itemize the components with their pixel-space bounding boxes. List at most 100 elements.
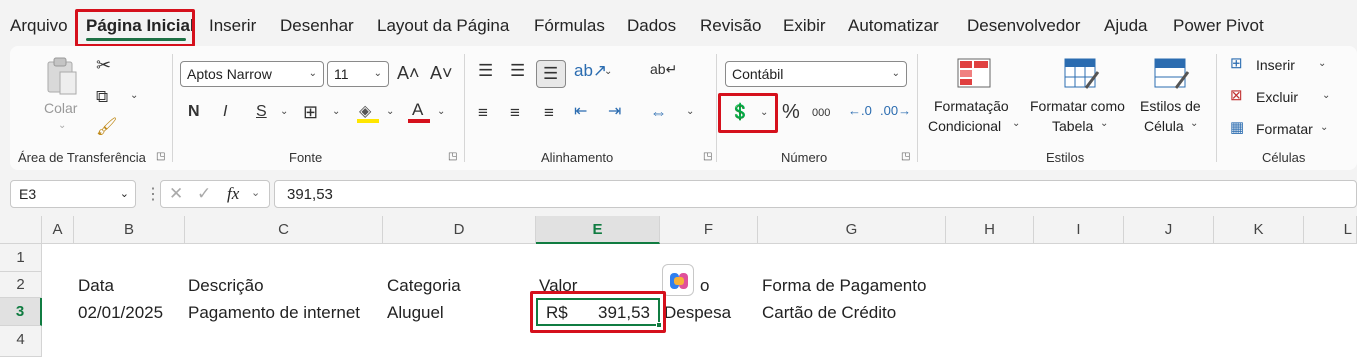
more-options-icon[interactable]: ⋮ — [145, 184, 161, 204]
column-header-e[interactable]: E — [536, 216, 660, 244]
tab-power-pivot[interactable]: Power Pivot — [1173, 16, 1264, 36]
tab-revisao[interactable]: Revisão — [700, 16, 761, 36]
insert-cells-icon[interactable]: ⊞ — [1230, 56, 1243, 71]
format-cells-button[interactable]: Formatar — [1256, 121, 1313, 137]
italic-button[interactable]: I — [223, 104, 227, 120]
tab-desenhar[interactable]: Desenhar — [280, 16, 354, 36]
align-right-icon[interactable]: ≡ — [544, 104, 554, 121]
format-chevron-icon[interactable]: ⌄ — [1320, 122, 1328, 133]
name-box[interactable]: E3 ⌄ — [10, 180, 136, 208]
alignment-launcher-icon[interactable]: ◳ — [703, 151, 712, 162]
tab-arquivo[interactable]: Arquivo — [10, 16, 68, 36]
insert-function-button[interactable]: fx — [227, 184, 239, 204]
cut-icon[interactable]: ✂ — [96, 56, 111, 74]
font-color-chevron-icon[interactable]: ⌄ — [437, 106, 445, 117]
thousands-button[interactable]: 000 — [812, 108, 830, 119]
format-cells-icon[interactable]: ▦ — [1230, 120, 1244, 135]
align-center-icon[interactable]: ≡ — [510, 104, 520, 121]
cell-c2[interactable]: Descrição — [188, 276, 264, 296]
column-header-b[interactable]: B — [74, 216, 185, 244]
enter-icon[interactable]: ✓ — [197, 184, 211, 204]
row-header-4[interactable]: 4 — [0, 326, 42, 357]
cell-b2[interactable]: Data — [78, 276, 114, 296]
cell-b3[interactable]: 02/01/2025 — [78, 303, 163, 323]
tab-inserir[interactable]: Inserir — [209, 16, 256, 36]
merge-center-icon[interactable]: ⇔ — [650, 104, 667, 121]
insert-cells-button[interactable]: Inserir — [1256, 57, 1295, 73]
increase-indent-icon[interactable]: ⇥ — [608, 104, 621, 120]
cell-d2[interactable]: Categoria — [387, 276, 461, 296]
increase-font-icon[interactable]: A˄ — [397, 64, 420, 82]
cell-c3[interactable]: Pagamento de internet — [188, 303, 360, 323]
percent-button[interactable]: % — [782, 102, 800, 122]
font-size-combo[interactable]: 11 ⌄ — [327, 61, 389, 87]
merge-chevron-icon[interactable]: ⌄ — [686, 106, 694, 117]
orientation-icon[interactable]: ab↗ — [574, 62, 607, 79]
copy-icon[interactable]: ⧉ — [96, 88, 108, 105]
insert-chevron-icon[interactable]: ⌄ — [1318, 58, 1326, 69]
tab-formulas[interactable]: Fórmulas — [534, 16, 605, 36]
tab-desenvolvedor[interactable]: Desenvolvedor — [967, 16, 1080, 36]
copilot-button[interactable] — [662, 264, 694, 296]
column-header-f[interactable]: F — [660, 216, 758, 244]
column-header-h[interactable]: H — [946, 216, 1034, 244]
column-header-d[interactable]: D — [383, 216, 536, 244]
column-header-k[interactable]: K — [1214, 216, 1304, 244]
tab-layout-da-pagina[interactable]: Layout da Página — [377, 16, 509, 36]
row-header-3[interactable]: 3 — [0, 298, 42, 326]
row-header-2[interactable]: 2 — [0, 272, 42, 298]
number-format-combo[interactable]: Contábil ⌄ — [725, 61, 907, 87]
delete-cells-icon[interactable]: ⊠ — [1230, 88, 1243, 103]
column-header-a[interactable]: A — [42, 216, 74, 244]
borders-icon[interactable]: ⊞ — [303, 103, 318, 121]
cell-d3[interactable]: Aluguel — [387, 303, 444, 323]
formula-input[interactable]: 391,53 — [274, 180, 1357, 208]
delete-chevron-icon[interactable]: ⌄ — [1322, 90, 1330, 101]
tab-dados[interactable]: Dados — [627, 16, 676, 36]
orientation-chevron-icon[interactable]: ⌄ — [604, 66, 612, 77]
conditional-formatting-button[interactable]: Formatação Condicional ⌄ — [926, 56, 1022, 138]
increase-decimal-icon[interactable]: ←.0 — [848, 104, 872, 117]
font-launcher-icon[interactable]: ◳ — [448, 151, 457, 162]
cancel-icon[interactable]: ✕ — [169, 184, 183, 204]
tab-automatizar[interactable]: Automatizar — [848, 16, 939, 36]
clipboard-launcher-icon[interactable]: ◳ — [156, 151, 165, 162]
number-launcher-icon[interactable]: ◳ — [901, 151, 910, 162]
cell-f2[interactable]: o — [700, 276, 709, 296]
align-middle-icon[interactable]: ☰ — [510, 62, 525, 79]
tab-exibir[interactable]: Exibir — [783, 16, 826, 36]
column-header-j[interactable]: J — [1124, 216, 1214, 244]
fill-color-chevron-icon[interactable]: ⌄ — [386, 106, 394, 117]
cell-g2[interactable]: Forma de Pagamento — [762, 276, 926, 296]
fill-color-icon[interactable]: ◈ — [357, 101, 379, 125]
underline-button[interactable]: S — [256, 104, 267, 120]
format-as-table-button[interactable]: Formatar como Tabela ⌄ — [1028, 56, 1134, 138]
underline-chevron-icon[interactable]: ⌄ — [280, 106, 288, 117]
row-header-1[interactable]: 1 — [0, 244, 42, 272]
copy-chevron-icon[interactable]: ⌄ — [130, 90, 138, 101]
format-painter-icon[interactable]: 🖌 — [96, 118, 118, 135]
column-header-g[interactable]: G — [758, 216, 946, 244]
align-left-icon[interactable]: ≡ — [478, 104, 488, 121]
decrease-indent-icon[interactable]: ⇤ — [574, 104, 587, 120]
bold-button[interactable]: N — [188, 104, 200, 120]
chevron-down-icon[interactable]: ⌄ — [251, 186, 260, 199]
font-color-icon[interactable]: A — [408, 100, 430, 124]
tab-ajuda[interactable]: Ajuda — [1104, 16, 1147, 36]
delete-cells-button[interactable]: Excluir — [1256, 89, 1298, 105]
column-header-l[interactable]: L — [1304, 216, 1357, 244]
column-header-i[interactable]: I — [1034, 216, 1124, 244]
column-header-c[interactable]: C — [185, 216, 383, 244]
cell-g3[interactable]: Cartão de Crédito — [762, 303, 896, 323]
borders-chevron-icon[interactable]: ⌄ — [332, 106, 340, 117]
wrap-text-icon[interactable]: ab↵ — [650, 62, 677, 76]
cell-f3[interactable]: Despesa — [664, 303, 731, 323]
align-top-icon[interactable]: ☰ — [478, 62, 493, 79]
decrease-decimal-icon[interactable]: .00→ — [880, 104, 911, 117]
select-all-corner[interactable] — [0, 216, 42, 244]
font-name-combo[interactable]: Aptos Narrow ⌄ — [180, 61, 324, 87]
align-bottom-button[interactable]: ☰ — [536, 60, 566, 88]
decrease-font-icon[interactable]: A˅ — [430, 64, 453, 82]
cell-styles-button[interactable]: Estilos de Célula ⌄ — [1138, 56, 1210, 138]
paste-button[interactable]: Colar ⌄ — [40, 54, 84, 134]
